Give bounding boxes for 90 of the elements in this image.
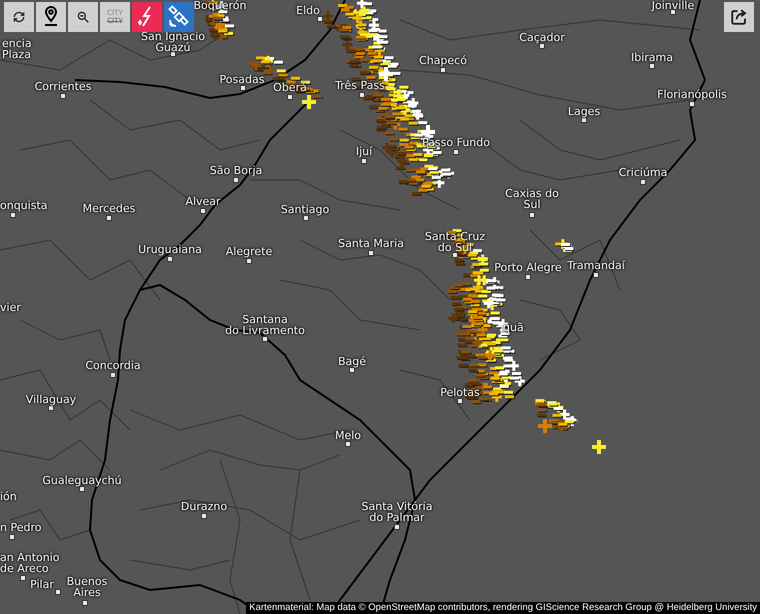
city-label: Santa Maria [338, 238, 404, 249]
city-label: Caçador [519, 32, 565, 43]
city-marker-icon [79, 486, 85, 492]
share-icon [730, 8, 748, 26]
city-marker-icon [9, 534, 15, 540]
city-label: Corrientes [34, 81, 92, 92]
city-label: Santiago [280, 204, 330, 215]
city-label: Pelotas [440, 387, 480, 398]
city-marker-icon [593, 272, 599, 278]
city-marker-icon [539, 43, 545, 49]
map-pin-icon [43, 6, 59, 28]
city-label: Alegrete [226, 246, 272, 257]
city-marker-icon [167, 256, 173, 262]
zoom-out-icon [76, 10, 90, 24]
city-marker-icon [240, 85, 246, 91]
city-label: an Antonio de Areco [0, 552, 60, 574]
city-marker-icon [394, 524, 400, 530]
city-label: Santa Vitória do Palmar [362, 501, 432, 523]
city-marker-icon [529, 212, 535, 218]
city-label: Alvear [185, 196, 221, 207]
city-label: Concordia [85, 360, 141, 371]
city-marker-icon [525, 274, 531, 280]
city-label: Mercedes [82, 203, 136, 214]
city-marker-icon [349, 367, 355, 373]
city-marker-icon [10, 212, 16, 218]
satellite-toggle[interactable] [164, 2, 194, 32]
city-label: Gualeguaychú [42, 475, 122, 486]
city-label: Florianópolis [657, 89, 727, 100]
share-button[interactable] [724, 2, 754, 32]
city-marker-icon [317, 16, 323, 22]
city-marker-icon [303, 215, 309, 221]
city-marker-icon [246, 258, 252, 264]
city-marker-icon [82, 600, 88, 606]
city-marker-icon [361, 158, 367, 164]
city-label: San Ignacio Guazú [141, 31, 205, 53]
locate-button[interactable] [36, 2, 66, 32]
city-marker-icon [452, 252, 458, 258]
city-marker-icon [649, 63, 655, 69]
city-label: Tramandaí [567, 260, 625, 271]
city-marker-icon [368, 250, 374, 256]
city-marker-icon [60, 93, 66, 99]
city-label: Lages [568, 106, 600, 117]
city-label: Uruguaiana [138, 244, 202, 255]
city-label: Villaguay [26, 394, 76, 405]
city-label: Porto Alegre [494, 262, 562, 273]
city-label: Santana do Livramento [225, 314, 305, 336]
city-marker-icon [359, 92, 365, 98]
city-marker-icon [689, 101, 695, 107]
city-marker-icon [262, 336, 268, 342]
city-label: Ijuí [356, 146, 372, 157]
city-label: Pilar [30, 579, 54, 590]
city-label: onquista [0, 200, 48, 211]
attribution-text: Kartenmaterial: Map data © OpenStreetMap contributors, rendering GIScience Research Group @ Heidelberg University [246, 602, 760, 614]
city-label: Buenos Aires [66, 576, 108, 598]
city-label: Posadas [220, 74, 264, 85]
city-marker-icon [20, 575, 26, 581]
city-label: São Borja [210, 165, 262, 176]
city-marker-icon [457, 398, 463, 404]
city-label: n Pedro [0, 522, 42, 533]
city-label: encia Plaza [2, 38, 32, 60]
city-label: Chapecó [419, 55, 467, 66]
city-marker-icon [440, 67, 446, 73]
city-marker-icon [55, 589, 61, 595]
city-marker-icon [200, 208, 206, 214]
lightning-toggle[interactable] [132, 2, 162, 32]
city-label: Criciúma [618, 167, 668, 178]
city-marker-icon [106, 215, 112, 221]
zoom-out-button[interactable] [68, 2, 98, 32]
city-label: Ibirama [631, 52, 673, 63]
city-marker-icon [110, 372, 116, 378]
city-marker-icon [640, 179, 646, 185]
city-label: vier [0, 302, 21, 313]
city-marker-icon [201, 513, 207, 519]
city-label: Bagé [338, 356, 366, 367]
city-label: Eldo [296, 5, 320, 16]
city-label: Joinville [652, 0, 694, 11]
city-marker-icon [287, 94, 293, 100]
city-label: ión [0, 491, 17, 502]
city-marker-icon [345, 441, 351, 447]
city-label: Durazno [180, 501, 228, 512]
city-label: Três Pass [335, 80, 385, 91]
city-label: Passo Fundo [422, 137, 490, 148]
city-marker-icon [453, 149, 459, 155]
city-label: Oberá [273, 82, 307, 93]
city-label: Melo [334, 430, 362, 441]
city-label: Caxias do Sul [505, 188, 559, 210]
refresh-icon [12, 10, 26, 24]
refresh-button[interactable] [4, 2, 34, 32]
city-marker-icon [233, 177, 239, 183]
satellite-icon [167, 5, 191, 29]
